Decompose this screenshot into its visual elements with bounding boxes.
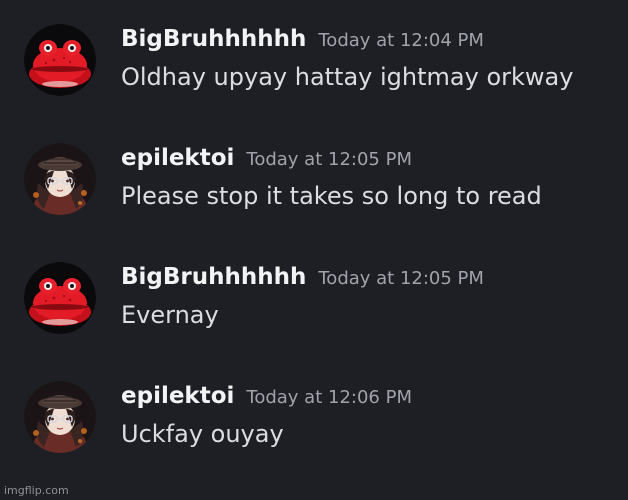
red-frog-avatar-icon [24,262,96,334]
message-header: epilektoi Today at 12:06 PM [121,379,412,415]
chat-message: BigBruhhhhhh Today at 12:05 PM Evernay [0,252,628,362]
timestamp: Today at 12:05 PM [246,149,412,170]
red-frog-avatar-icon [24,24,96,96]
message-header: BigBruhhhhhh Today at 12:04 PM [121,22,484,58]
message-text: Oldhay upyay hattay ightmay orkway [121,63,574,91]
timestamp: Today at 12:05 PM [318,268,484,289]
message-header: BigBruhhhhhh Today at 12:05 PM [121,260,484,296]
username[interactable]: BigBruhhhhhh [121,264,306,290]
user-avatar[interactable] [24,24,96,96]
message-text: Uckfay ouyay [121,420,284,448]
chat-message: epilektoi Today at 12:06 PM Uckfay ouyay [0,371,628,481]
username[interactable]: epilektoi [121,383,234,409]
chat-message: epilektoi Today at 12:05 PM Please stop i… [0,133,628,243]
user-avatar[interactable] [24,381,96,453]
message-text: Please stop it takes so long to read [121,182,542,210]
username[interactable]: BigBruhhhhhh [121,26,306,52]
watermark: imgflip.com [4,484,69,497]
message-header: epilektoi Today at 12:05 PM [121,141,412,177]
timestamp: Today at 12:06 PM [246,387,412,408]
user-avatar[interactable] [24,143,96,215]
username[interactable]: epilektoi [121,145,234,171]
chat-message: BigBruhhhhhh Today at 12:04 PM Oldhay upy… [0,14,628,124]
user-avatar[interactable] [24,262,96,334]
anime-character-avatar-icon [24,143,96,215]
chat-message-list: BigBruhhhhhh Today at 12:04 PM Oldhay upy… [0,0,628,500]
message-text: Evernay [121,301,219,329]
anime-character-avatar-icon [24,381,96,453]
timestamp: Today at 12:04 PM [318,30,484,51]
